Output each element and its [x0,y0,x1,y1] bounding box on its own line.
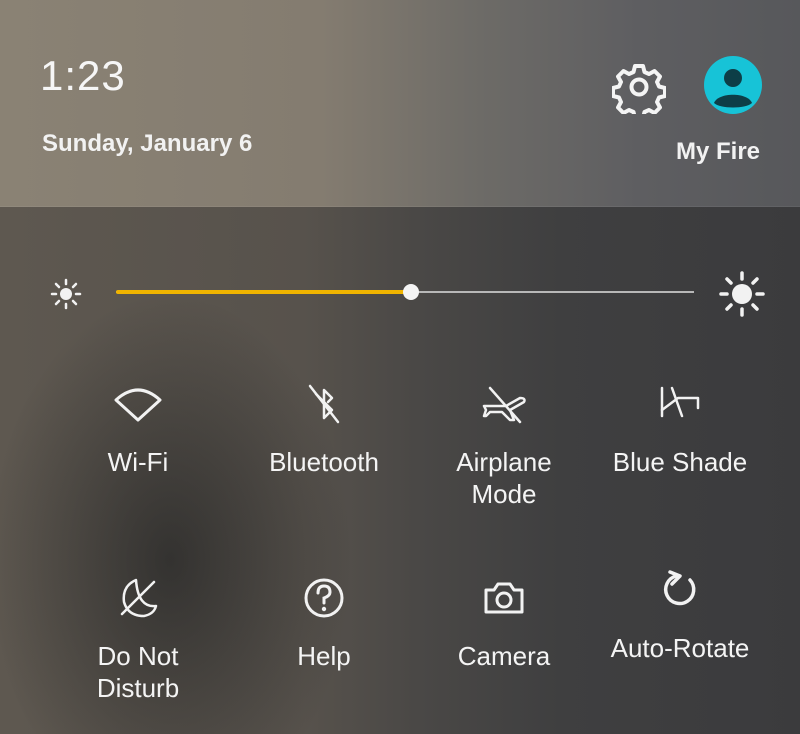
brightness-low-icon [50,278,82,310]
settings-button[interactable] [611,60,667,120]
tile-label: Blue Shade [612,447,748,477]
tile-label: Auto-Rotate [610,633,750,663]
profile-label[interactable]: My Fire [676,138,760,166]
slider-thumb[interactable] [403,284,419,300]
tile-label: Help [297,641,351,671]
tile-label: Camera [457,641,551,671]
gear-icon [611,64,667,120]
tile-help[interactable]: Help [234,574,414,672]
slider-fill [116,290,411,294]
tile-airplane-mode[interactable]: Airplane Mode [414,380,594,510]
clock-time: 1:23 [40,52,126,99]
tile-label: Airplane Mode [456,447,552,509]
brightness-slider[interactable] [116,276,694,308]
tile-blue-shade[interactable]: Blue Shade [590,380,770,478]
tile-label: Wi-Fi [107,447,169,477]
auto-rotate-icon [663,570,696,606]
tile-label: Do Not Disturb [96,641,180,703]
profile-avatar[interactable] [704,56,762,114]
tile-do-not-disturb[interactable]: Do Not Disturb [48,574,228,704]
do-not-disturb-icon [120,578,158,618]
brightness-high-icon [719,271,765,317]
camera-icon [484,582,524,614]
wifi-icon [114,388,162,422]
bluetooth-off-icon [308,384,340,424]
tile-camera[interactable]: Camera [414,574,594,672]
tile-wifi[interactable]: Wi-Fi [48,380,228,478]
airplane-off-icon [482,386,526,424]
tile-bluetooth[interactable]: Bluetooth [234,380,414,478]
help-icon [304,578,344,618]
status-header: 1:23 Sunday, January 6 My Fire [0,0,800,207]
blue-shade-icon [660,386,700,418]
tile-label: Bluetooth [269,447,379,477]
tile-auto-rotate[interactable]: Auto-Rotate [590,566,770,664]
current-date: Sunday, January 6 [42,130,253,157]
user-icon [714,69,752,108]
